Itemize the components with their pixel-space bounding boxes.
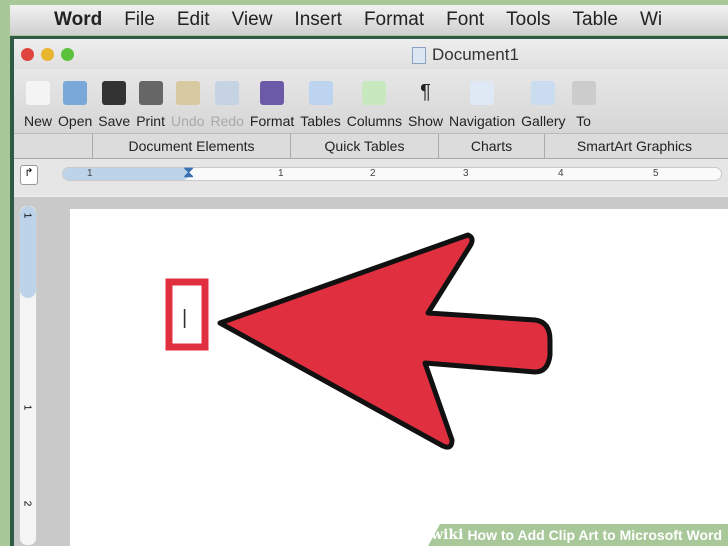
wikihow-watermark: wiki How to Add Clip Art to Microsoft Wor… [428,524,728,546]
red-arrow-icon [217,232,553,450]
annotation-overlay: | [165,232,553,450]
watermark-title: How to Add Clip Art to Microsoft Word [467,527,722,543]
text-cursor: | [182,307,187,329]
